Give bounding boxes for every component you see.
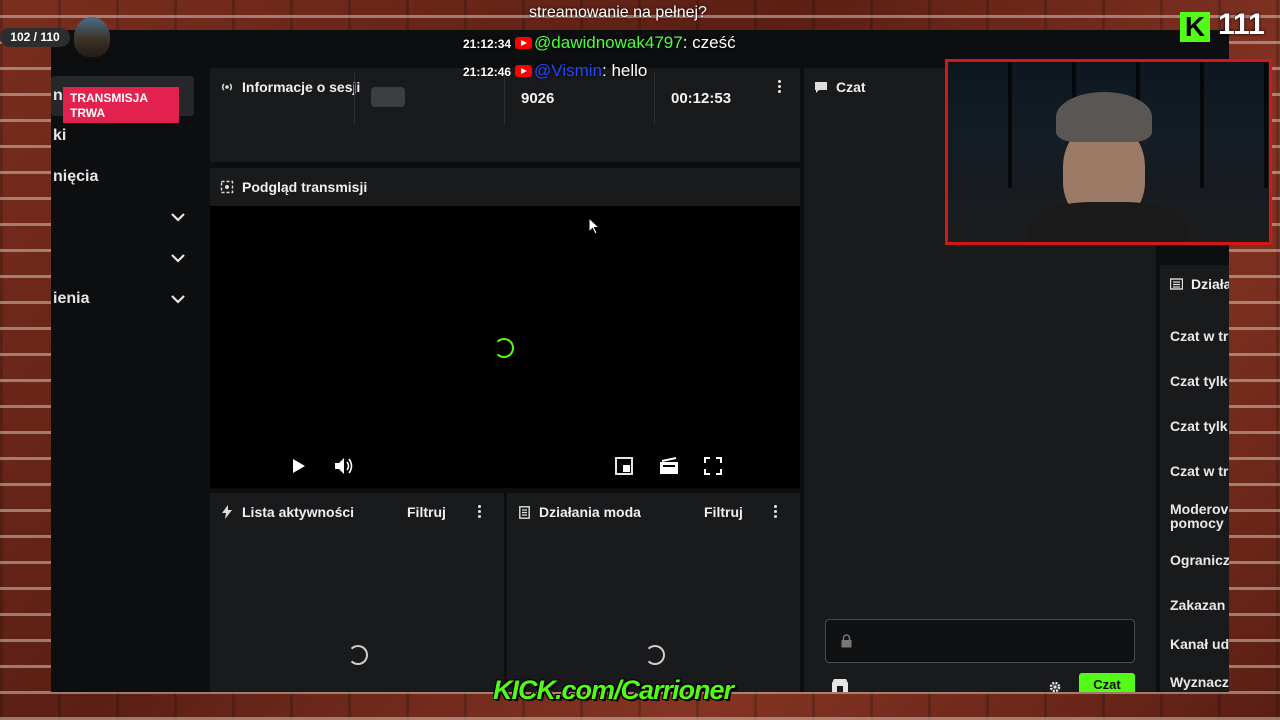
quick-action-item[interactable]: Czat w tr — [1170, 464, 1228, 478]
loading-spinner — [348, 645, 368, 665]
video-player[interactable] — [210, 206, 800, 488]
quick-action-item[interactable]: Zakazan — [1170, 598, 1225, 612]
live-status-badge: TRANSMISJA TRWA — [63, 87, 179, 123]
nav-item-4[interactable] — [51, 197, 194, 237]
nav-item-label: ienia — [53, 290, 90, 307]
fullscreen-icon[interactable] — [704, 457, 722, 475]
volume-icon[interactable] — [334, 457, 354, 475]
lock-icon — [841, 634, 852, 648]
toggle-switch[interactable] — [371, 87, 405, 107]
mod-actions-panel: Działania moda Filtruj — [507, 493, 800, 692]
quick-action-item[interactable]: Moderov pomocy — [1170, 502, 1229, 530]
kick-follower-count: 111 — [1218, 8, 1265, 41]
panel-title: Czat — [836, 79, 866, 95]
webcam-frame — [945, 59, 1272, 245]
quick-action-item[interactable]: Wyznacz — [1170, 675, 1229, 689]
quick-action-item[interactable]: Ogranicz — [1170, 553, 1229, 567]
nav-item-label: nięcia — [53, 168, 99, 185]
play-icon[interactable] — [292, 458, 306, 474]
mod-actions-header: Działania moda — [507, 493, 800, 531]
quick-action-item[interactable]: Czat tylk — [1170, 419, 1228, 433]
preview-header: Podgląd transmisji — [210, 168, 800, 206]
preview-panel: Podgląd transmisji — [210, 168, 800, 206]
chat-message: : hello — [602, 61, 648, 80]
document-icon — [517, 505, 531, 519]
chat-message: : cześć — [682, 33, 736, 52]
quick-actions-header: Działa — [1160, 265, 1229, 303]
chat-input[interactable] — [825, 619, 1135, 663]
preview-icon — [220, 180, 234, 194]
activity-menu-icon[interactable] — [478, 505, 482, 519]
panel-title: Podgląd transmisji — [242, 179, 368, 195]
activity-filter-button[interactable]: Filtruj — [407, 493, 446, 531]
broadcast-icon — [220, 80, 234, 94]
nav-item-6[interactable]: ienia — [51, 279, 194, 319]
lightning-icon — [220, 505, 234, 519]
chat-time: 21:12:46 — [463, 65, 512, 79]
mod-quick-actions-panel: Działa Czat w tr Czat tylk Czat tylk Cza… — [1160, 265, 1229, 692]
chevron-down-icon — [171, 295, 185, 304]
activity-list-panel: Lista aktywności Filtruj — [210, 493, 504, 692]
nav-item-label: ki — [53, 127, 67, 144]
panel-title: Działa — [1191, 276, 1229, 292]
mod-actions-menu-icon[interactable] — [774, 505, 778, 519]
loading-spinner — [494, 338, 514, 358]
streamer-shoulders — [1028, 202, 1188, 242]
mouse-cursor-icon — [588, 217, 600, 235]
chat-username: @Vismin — [534, 61, 603, 80]
quick-action-item[interactable]: Kanał ud — [1170, 637, 1229, 651]
youtube-icon — [515, 65, 533, 77]
subgoal-counter: 102 / 110 — [0, 28, 70, 47]
miniplayer-icon[interactable] — [615, 457, 633, 475]
overlay-chat-line: 21:12:34 @dawidnowak4797: cześć — [463, 33, 736, 53]
chat-time: 21:12:34 — [463, 37, 512, 51]
quick-action-item[interactable]: Czat w tr — [1170, 329, 1228, 343]
chat-bubble-icon — [814, 80, 828, 94]
kick-channel-banner: KICK.com/Carrioner — [493, 675, 734, 705]
chevron-down-icon — [171, 254, 185, 263]
streamer-cap — [1056, 92, 1152, 142]
loading-spinner — [645, 645, 665, 665]
activity-header: Lista aktywności — [210, 493, 504, 531]
nav-item-5[interactable] — [51, 238, 194, 278]
store-icon[interactable] — [831, 679, 849, 692]
chat-send-button[interactable]: Czat — [1079, 673, 1135, 692]
panel-title: Lista aktywności — [242, 504, 355, 520]
overlay-top-message: streamowanie na pełnej? — [529, 4, 707, 21]
panel-title: Działania moda — [539, 504, 641, 520]
session-duration: 00:12:53 — [671, 90, 732, 107]
youtube-icon — [515, 37, 533, 49]
avatar — [74, 17, 110, 57]
chat-username: @dawidnowak4797 — [534, 33, 683, 52]
gear-icon[interactable] — [1048, 680, 1062, 692]
overlay-chat-line: 21:12:46 @Vismin: hello — [463, 61, 647, 81]
viewer-count: 9026 — [521, 90, 555, 107]
nav-item-3[interactable]: nięcia — [51, 157, 194, 197]
kick-logo-icon: K — [1180, 12, 1210, 42]
send-label: Czat — [1093, 677, 1121, 692]
chevron-down-icon — [171, 213, 185, 222]
left-nav: nisja ki nięcia ienia — [51, 30, 207, 692]
quick-action-item[interactable]: Czat tylk — [1170, 374, 1228, 388]
theatre-mode-icon[interactable] — [659, 457, 679, 475]
panel-title: Informacje o sesji — [242, 79, 361, 95]
stat-duration: 00:12:53 — [654, 73, 800, 124]
store-icon — [1170, 277, 1183, 291]
mod-actions-filter-button[interactable]: Filtruj — [704, 493, 743, 531]
